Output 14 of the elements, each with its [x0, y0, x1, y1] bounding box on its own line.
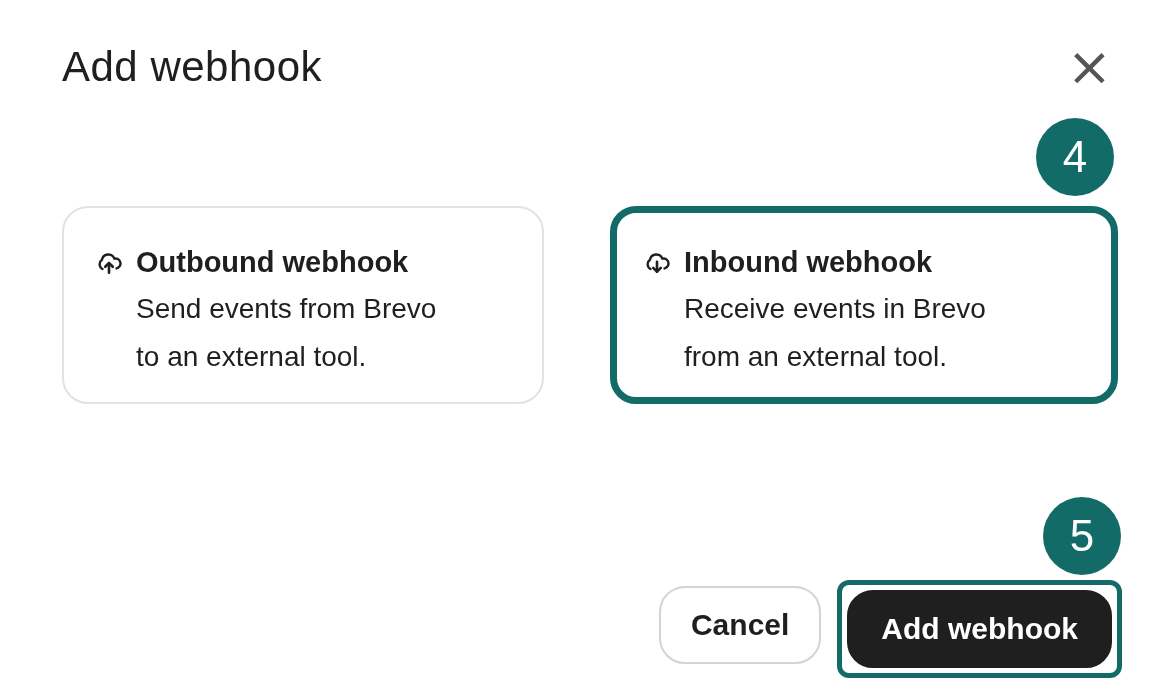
option-description: Send events from Brevo to an external tool.	[136, 292, 438, 374]
step-badge: 5	[1043, 497, 1121, 575]
option-description: Receive events in Brevo from an external tool.	[684, 292, 987, 374]
add-webhook-button[interactable]: Add webhook	[847, 590, 1112, 668]
option-card[interactable]: Inbound webhook Receive events in Brevo from an external tool.	[610, 206, 1118, 404]
dialog-title: Add webhook	[62, 43, 323, 91]
cloud-upload-icon	[96, 250, 122, 276]
option-title: Inbound webhook	[684, 246, 934, 279]
option-title: Outbound webhook	[136, 246, 410, 279]
cloud-download-icon	[644, 250, 670, 276]
cancel-button[interactable]: Cancel	[658, 586, 822, 664]
step-badge: 4	[1036, 118, 1114, 196]
close-button[interactable]: ×	[1056, 40, 1122, 94]
option-card[interactable]: Outbound webhook Send events from Brevo to an external tool.	[62, 206, 544, 404]
